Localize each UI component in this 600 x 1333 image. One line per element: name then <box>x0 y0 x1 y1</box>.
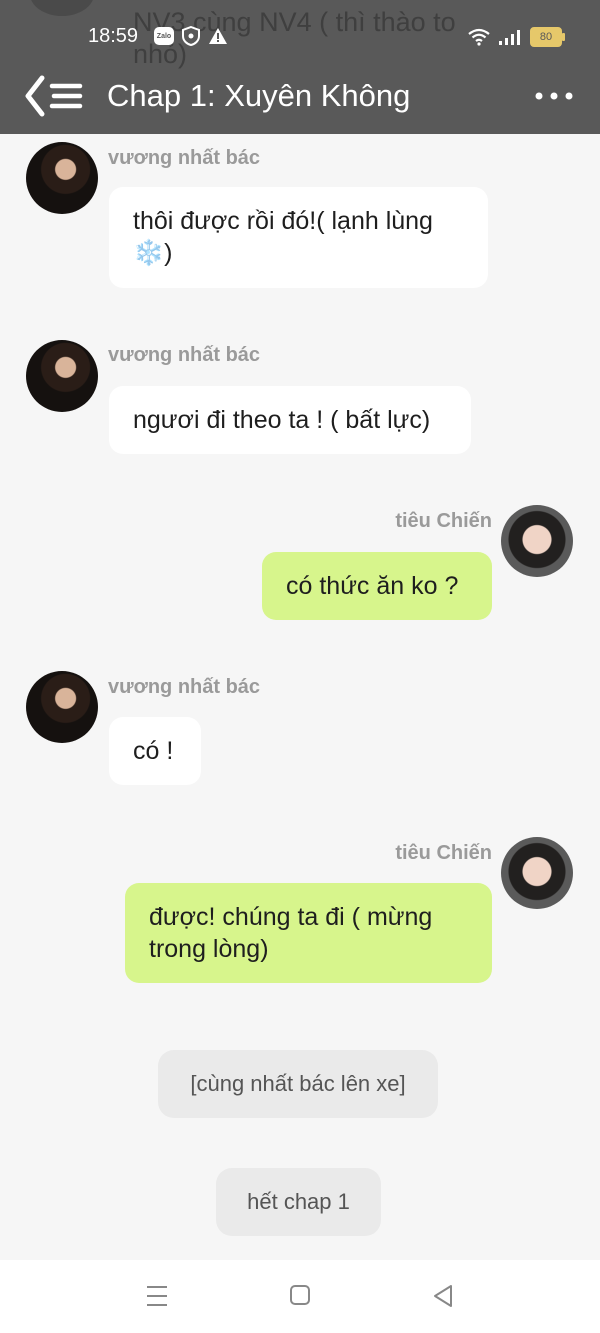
status-icons-right: 80 <box>468 27 565 47</box>
system-message: hết chap 1 <box>216 1168 381 1236</box>
avatar-vuong-nhat-bac[interactable] <box>26 340 98 412</box>
avatar-vuong-nhat-bac[interactable] <box>26 142 98 214</box>
shield-icon <box>182 26 200 46</box>
sender-name: vương nhất bác <box>108 147 261 169</box>
avatar-tieu-chien[interactable] <box>501 837 573 909</box>
status-time: 18:59 <box>88 25 139 47</box>
avatar-tieu-chien[interactable] <box>501 505 573 577</box>
back-triangle-icon[interactable] <box>432 1284 454 1308</box>
sender-name: tiêu Chiến <box>395 842 492 864</box>
home-square-icon[interactable] <box>289 1284 311 1306</box>
message-bubble[interactable]: ngươi đi theo ta ! ( bất lực) <box>109 386 471 454</box>
more-dots-icon[interactable] <box>534 74 574 118</box>
battery-icon: 80 <box>530 27 565 47</box>
sender-name: tiêu Chiến <box>395 510 492 532</box>
back-menu-icon[interactable] <box>24 74 84 118</box>
warning-icon <box>209 28 227 44</box>
zalo-icon: Zalo <box>154 27 174 45</box>
previous-avatar <box>30 0 94 16</box>
page-title: Chap 1: Xuyên Không <box>107 78 411 113</box>
message-bubble[interactable]: có thức ăn ko ? <box>262 552 492 620</box>
signal-icon <box>499 30 520 45</box>
wifi-icon <box>468 28 490 46</box>
status-icons-left: Zalo <box>154 26 228 46</box>
message-bubble[interactable]: thôi được rồi đó!( lạnh lùng ❄️) <box>109 187 488 288</box>
header: NV3 cùng NV4 ( thì thào to nhỏ) 18:59 Za… <box>0 0 600 134</box>
menu-icon[interactable] <box>146 1284 168 1308</box>
message-bubble[interactable]: được! chúng ta đi ( mừng trong lòng) <box>125 883 492 983</box>
sender-name: vương nhất bác <box>108 676 261 698</box>
system-message: [cùng nhất bác lên xe] <box>158 1050 438 1118</box>
avatar-vuong-nhat-bac[interactable] <box>26 671 98 743</box>
navigation-bar <box>0 1260 600 1333</box>
sender-name: vương nhất bác <box>108 344 261 366</box>
message-bubble[interactable]: có ! <box>109 717 201 785</box>
